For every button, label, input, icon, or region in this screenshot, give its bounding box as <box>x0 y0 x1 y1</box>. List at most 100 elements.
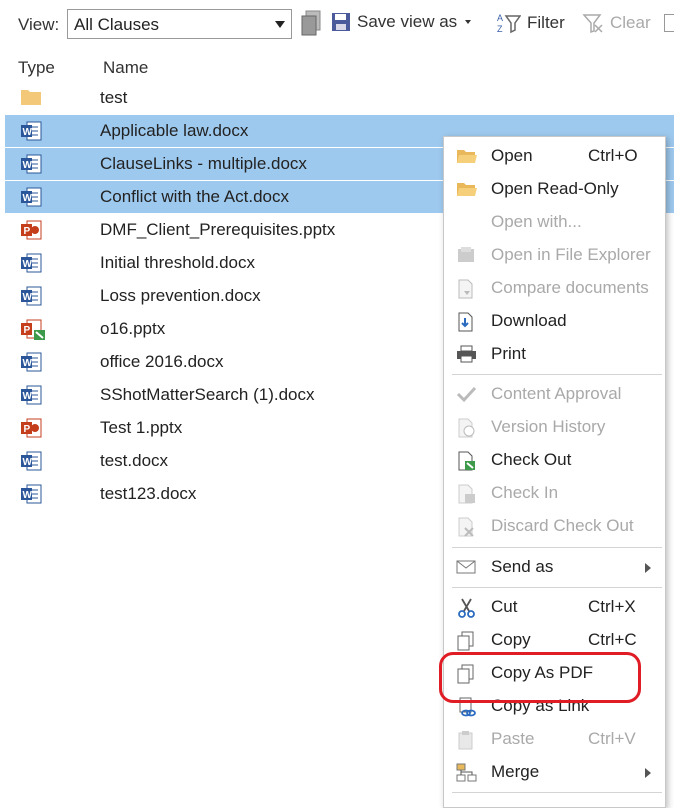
menu-separator <box>452 547 662 548</box>
menu-item-cut[interactable]: Cut Ctrl+X <box>444 592 665 623</box>
copy-as-pdf-highlight <box>439 652 641 703</box>
clear-filter-icon <box>582 14 603 34</box>
submenu-arrow-icon <box>645 768 651 778</box>
word-icon: W <box>20 154 42 179</box>
word-icon: W <box>20 253 42 278</box>
word-icon: W <box>20 121 42 146</box>
menu-item-open-in-file-explorer[interactable]: Open in File Explorer <box>444 240 665 271</box>
menu-item-label: Check Out <box>491 450 572 469</box>
check-out-icon <box>456 451 478 476</box>
file-explorer-icon <box>456 246 478 269</box>
menu-item-label: Open <box>491 146 533 165</box>
menu-item-label: Open in File Explorer <box>491 245 651 264</box>
version-history-icon <box>456 418 478 443</box>
word-icon: W <box>20 187 42 212</box>
checkmark-icon <box>456 385 478 408</box>
file-name: ClauseLinks - multiple.docx <box>100 154 307 173</box>
sort-filter-icon: A Z <box>497 13 521 34</box>
menu-item-open-read-only[interactable]: Open Read-Only <box>444 174 665 205</box>
word-icon: W <box>20 286 42 311</box>
menu-item-open-with[interactable]: Open with... <box>444 207 665 238</box>
menu-item-version-history[interactable]: Version History <box>444 412 665 443</box>
menu-item-check-in[interactable]: Check In <box>444 478 665 509</box>
folder-icon <box>20 88 42 111</box>
menu-item-download[interactable]: Download <box>444 306 665 337</box>
svg-text:W: W <box>23 292 33 303</box>
menu-shortcut: Ctrl+C <box>588 630 637 649</box>
menu-item-merge[interactable]: Merge <box>444 757 665 788</box>
printer-icon <box>456 345 478 368</box>
menu-item-label: Discard Check Out <box>491 516 634 535</box>
file-name: Applicable law.docx <box>100 121 249 140</box>
svg-text:W: W <box>23 160 33 171</box>
filter-button[interactable]: A Z Filter <box>497 12 565 34</box>
copy-view-icon[interactable] <box>300 10 322 43</box>
menu-item-label: Content Approval <box>491 384 622 403</box>
file-name: test <box>100 88 128 107</box>
file-name: SShotMatterSearch (1).docx <box>100 385 315 404</box>
svg-text:W: W <box>23 391 33 402</box>
file-name: office 2016.docx <box>100 352 224 371</box>
word-icon: W <box>20 385 42 410</box>
view-select-value: All Clauses <box>74 15 160 34</box>
menu-item-check-out[interactable]: Check Out <box>444 445 665 476</box>
view-select[interactable]: All Clauses <box>67 9 292 39</box>
menu-item-send-as[interactable]: Send as <box>444 552 665 583</box>
folder-open-icon <box>456 180 478 203</box>
powerpoint-icon: P <box>20 220 42 245</box>
word-icon: W <box>20 484 42 509</box>
save-view-label: Save view as <box>357 12 458 31</box>
menu-separator <box>452 587 662 588</box>
download-icon <box>456 312 478 337</box>
menu-item-label: Print <box>491 344 526 363</box>
folder-open-icon <box>456 147 478 170</box>
file-row[interactable]: test <box>0 82 674 114</box>
menu-item-content-approval[interactable]: Content Approval <box>444 379 665 410</box>
menu-item-paste[interactable]: Paste Ctrl+V <box>444 724 665 755</box>
check-in-icon <box>456 484 478 509</box>
menu-item-open[interactable]: Open Ctrl+O <box>444 141 665 172</box>
submenu-arrow-icon <box>645 563 651 573</box>
menu-item-label: Check In <box>491 483 559 502</box>
svg-text:P: P <box>24 424 31 435</box>
menu-item-label: Send as <box>491 557 554 576</box>
file-name: Loss prevention.docx <box>100 286 261 305</box>
svg-text:W: W <box>23 259 33 270</box>
file-name: o16.pptx <box>100 319 166 338</box>
menu-item-label: Copy <box>491 630 531 649</box>
name-column-header[interactable]: Name <box>103 58 148 78</box>
view-label: View: <box>18 15 60 34</box>
menu-separator <box>452 792 662 793</box>
powerpoint-checked-out-icon: P <box>20 319 46 346</box>
svg-text:W: W <box>23 457 33 468</box>
svg-text:P: P <box>24 226 31 237</box>
file-name: Conflict with the Act.docx <box>100 187 289 206</box>
type-column-header[interactable]: Type <box>18 58 55 78</box>
svg-text:W: W <box>23 490 33 501</box>
menu-item-discard-check-out[interactable]: Discard Check Out <box>444 511 665 542</box>
menu-item-label: Paste <box>491 729 535 748</box>
menu-item-print[interactable]: Print <box>444 339 665 370</box>
clear-label: Clear <box>610 13 651 32</box>
file-name: test.docx <box>100 451 169 470</box>
caret-down-icon <box>465 20 472 24</box>
columns-icon[interactable] <box>664 14 674 32</box>
save-view-button[interactable]: Save view as <box>331 12 473 32</box>
menu-shortcut: Ctrl+O <box>588 146 638 165</box>
menu-item-label: Merge <box>491 762 540 781</box>
svg-text:W: W <box>23 193 33 204</box>
save-icon <box>332 13 350 31</box>
svg-text:P: P <box>24 325 31 336</box>
menu-item-compare-documents[interactable]: Compare documents <box>444 273 665 304</box>
discard-check-out-icon <box>456 517 478 542</box>
clear-filter-button[interactable]: Clear <box>582 12 651 34</box>
file-name: Initial threshold.docx <box>100 253 255 272</box>
menu-item-label: Download <box>491 311 567 330</box>
file-name: DMF_Client_Prerequisites.pptx <box>100 220 336 239</box>
powerpoint-icon: P <box>20 418 42 443</box>
menu-separator <box>452 374 662 375</box>
menu-shortcut: Ctrl+V <box>588 729 636 748</box>
file-name: Test 1.pptx <box>100 418 183 437</box>
menu-item-label: Compare documents <box>491 278 649 297</box>
word-icon: W <box>20 352 42 377</box>
